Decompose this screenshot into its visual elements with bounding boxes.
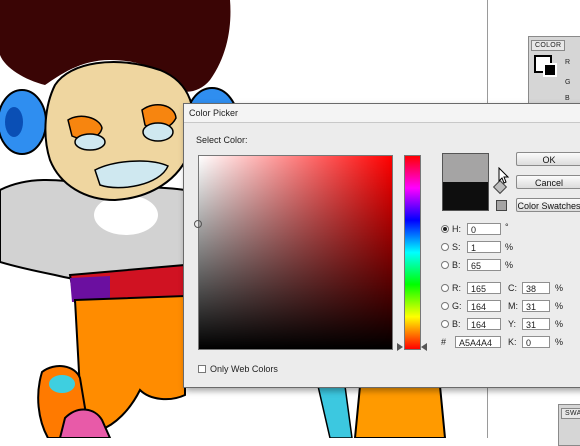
swatches-panel[interactable]: SWA (558, 404, 580, 446)
brightness-radio[interactable] (441, 261, 449, 269)
brightness-unit: % (505, 260, 514, 270)
blue-label: B: (452, 319, 461, 329)
hue-slider[interactable] (404, 155, 421, 350)
saturation-unit: % (505, 242, 514, 252)
second-figure-sleeve (317, 385, 353, 438)
cyan-unit: % (555, 283, 564, 293)
black-unit: % (555, 337, 564, 347)
green-label: G: (452, 301, 462, 311)
original-color-swatch[interactable] (442, 182, 489, 211)
headphone-left-inner (5, 107, 23, 137)
cyan-field[interactable]: 38 (522, 282, 550, 294)
green-radio[interactable] (441, 302, 449, 310)
hue-radio[interactable] (441, 225, 449, 233)
second-figure-leg (353, 385, 447, 438)
red-field[interactable]: 165 (467, 282, 501, 294)
saturation-field[interactable]: 1 (467, 241, 501, 253)
yellow-unit: % (555, 319, 564, 329)
black-field[interactable]: 0 (522, 336, 550, 348)
only-web-colors-label[interactable]: Only Web Colors (210, 364, 278, 374)
brightness-field[interactable]: 65 (467, 259, 501, 271)
hue-unit: ° (505, 222, 509, 232)
brightness-label: B: (452, 260, 461, 270)
cancel-button[interactable]: Cancel (516, 175, 580, 189)
stroke-swatch-icon[interactable] (543, 63, 557, 77)
saturation-label: S: (452, 242, 461, 252)
hue-slider-arrow-left[interactable] (397, 343, 403, 351)
green-field[interactable]: 164 (467, 300, 501, 312)
only-web-colors-checkbox[interactable] (198, 365, 206, 373)
shirt-highlight (94, 195, 158, 235)
shoe-accent (49, 375, 75, 393)
left-eye (74, 133, 106, 151)
color-panel[interactable]: COLOR R G B (528, 36, 580, 108)
panel-b-label: B (565, 95, 570, 102)
new-color-swatch (442, 153, 489, 182)
web-safe-color-icon[interactable] (496, 200, 507, 211)
right-eye (142, 122, 174, 142)
saturation-radio[interactable] (441, 243, 449, 251)
color-field-picker-circle[interactable] (194, 220, 202, 228)
hex-field[interactable]: A5A4A4 (455, 336, 501, 348)
ok-button[interactable]: OK (516, 152, 580, 166)
cyan-label: C: (508, 283, 517, 293)
panel-g-label: G (565, 79, 571, 86)
black-label: K: (508, 337, 517, 347)
red-radio[interactable] (441, 284, 449, 292)
hex-symbol: # (441, 337, 447, 347)
yellow-field[interactable]: 31 (522, 318, 550, 330)
pointer-cursor-icon (498, 167, 510, 184)
magenta-label: M: (508, 301, 518, 311)
saturation-brightness-field[interactable] (198, 155, 393, 350)
color-swatches-button[interactable]: Color Swatches (516, 198, 580, 212)
swatches-panel-tab[interactable]: SWA (561, 408, 580, 419)
red-label: R: (452, 283, 461, 293)
hue-label: H: (452, 224, 461, 234)
color-picker-dialog: Color Picker Select Color: OK Cancel Col… (183, 103, 580, 388)
select-color-label: Select Color: (196, 135, 248, 145)
dialog-title: Color Picker (184, 104, 580, 123)
magenta-unit: % (555, 301, 564, 311)
hue-field[interactable]: 0 (467, 223, 501, 235)
blue-field[interactable]: 164 (467, 318, 501, 330)
yellow-label: Y: (508, 319, 517, 329)
panel-r-label: R (565, 59, 571, 66)
blue-radio[interactable] (441, 320, 449, 328)
magenta-field[interactable]: 31 (522, 300, 550, 312)
color-panel-tab[interactable]: COLOR (531, 40, 566, 51)
hue-slider-arrow-right[interactable] (421, 343, 427, 351)
